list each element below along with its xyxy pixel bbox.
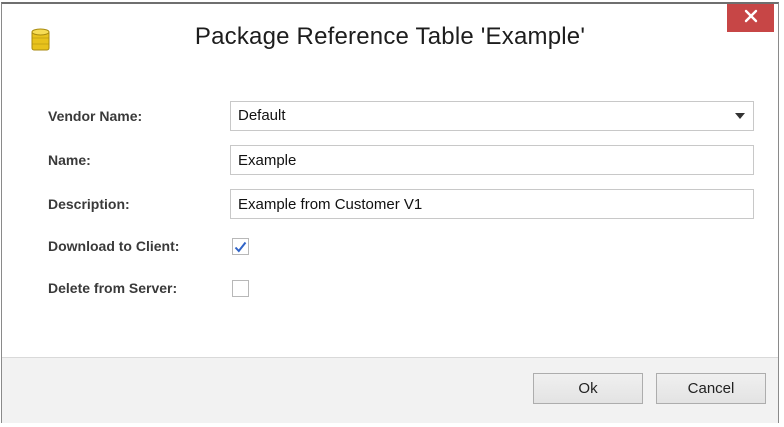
close-button[interactable] xyxy=(727,4,774,32)
vendor-name-value: Default xyxy=(238,107,286,124)
delete-from-server-checkbox[interactable] xyxy=(232,280,249,297)
dialog-title: Package Reference Table 'Example' xyxy=(194,23,586,50)
name-row: Name: xyxy=(2,144,778,176)
delete-row: Delete from Server: xyxy=(2,272,778,304)
vendor-name-select[interactable]: Default xyxy=(230,101,754,131)
vendor-name-label: Vendor Name: xyxy=(48,108,143,124)
vendor-row: Vendor Name: Default xyxy=(2,100,778,132)
close-icon xyxy=(744,9,758,28)
chevron-down-icon[interactable] xyxy=(727,102,753,130)
description-label: Description: xyxy=(48,196,130,212)
description-row: Description: xyxy=(2,188,778,220)
dialog-footer: Ok Cancel xyxy=(2,358,778,423)
name-field[interactable] xyxy=(230,145,754,175)
delete-from-server-label: Delete from Server: xyxy=(48,280,178,296)
dialog-window: Package Reference Table 'Example' Vendor… xyxy=(1,2,779,423)
name-label: Name: xyxy=(48,152,91,168)
title-bar: Package Reference Table 'Example' xyxy=(2,4,778,80)
download-to-client-label: Download to Client: xyxy=(48,238,180,254)
description-field[interactable] xyxy=(230,189,754,219)
download-to-client-checkbox[interactable] xyxy=(232,238,249,255)
download-row: Download to Client: xyxy=(2,230,778,262)
checkmark-icon xyxy=(234,241,247,253)
cancel-button[interactable]: Cancel xyxy=(656,373,766,404)
ok-button[interactable]: Ok xyxy=(533,373,643,404)
